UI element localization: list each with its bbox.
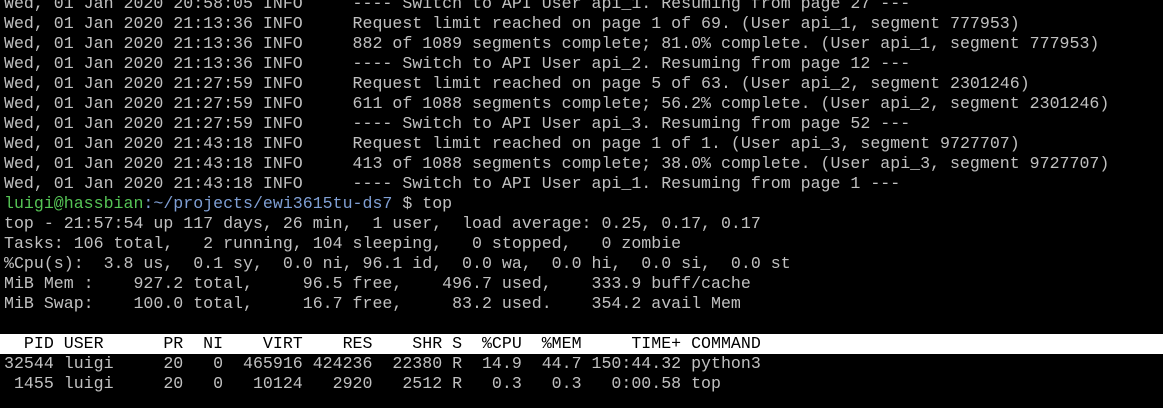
top-mem-line: MiB Mem : 927.2 total, 96.5 free, 496.7 … [4, 274, 751, 293]
top-cpu-line: %Cpu(s): 3.8 us, 0.1 sy, 0.0 ni, 96.1 id… [4, 254, 791, 273]
log-line: Wed, 01 Jan 2020 21:27:59 INFO 611 of 10… [4, 94, 1110, 113]
log-line: Wed, 01 Jan 2020 21:27:59 INFO Request l… [4, 74, 1030, 93]
process-table-header: PID USER PR NI VIRT RES SHR S %CPU %MEM … [0, 334, 1163, 354]
prompt-path: :~/projects/ewi3615tu-ds7 [143, 194, 393, 213]
shell-prompt-line: luigi@hassbian:~/projects/ewi3615tu-ds7 … [4, 194, 1163, 214]
table-row: 1455 luigi 20 0 10124 2920 2512 R 0.3 0.… [4, 374, 721, 393]
top-swap-line: MiB Swap: 100.0 total, 16.7 free, 83.2 u… [4, 294, 741, 313]
top-uptime-line: top - 21:57:54 up 117 days, 26 min, 1 us… [4, 214, 761, 233]
terminal-window[interactable]: Wed, 01 Jan 2020 20:58:05 INFO ---- Swit… [0, 0, 1163, 408]
prompt-symbol: $ [392, 194, 423, 213]
log-line: Wed, 01 Jan 2020 21:13:36 INFO ---- Swit… [4, 54, 911, 73]
table-row: 32544 luigi 20 0 465916 424236 22380 R 1… [4, 354, 761, 373]
log-line: Wed, 01 Jan 2020 20:58:05 INFO ---- Swit… [4, 0, 911, 13]
log-line: Wed, 01 Jan 2020 21:43:18 INFO Request l… [4, 134, 1020, 153]
log-line: Wed, 01 Jan 2020 21:13:36 INFO Request l… [4, 14, 1020, 33]
log-line: Wed, 01 Jan 2020 21:43:18 INFO 413 of 10… [4, 154, 1110, 173]
log-line: Wed, 01 Jan 2020 21:13:36 INFO 882 of 10… [4, 34, 1100, 53]
log-line: Wed, 01 Jan 2020 21:27:59 INFO ---- Swit… [4, 114, 911, 133]
log-line: Wed, 01 Jan 2020 21:43:18 INFO ---- Swit… [4, 174, 901, 193]
top-tasks-line: Tasks: 106 total, 2 running, 104 sleepin… [4, 234, 682, 253]
prompt-command: top [422, 194, 453, 213]
prompt-user-host: luigi@hassbian [4, 194, 144, 213]
